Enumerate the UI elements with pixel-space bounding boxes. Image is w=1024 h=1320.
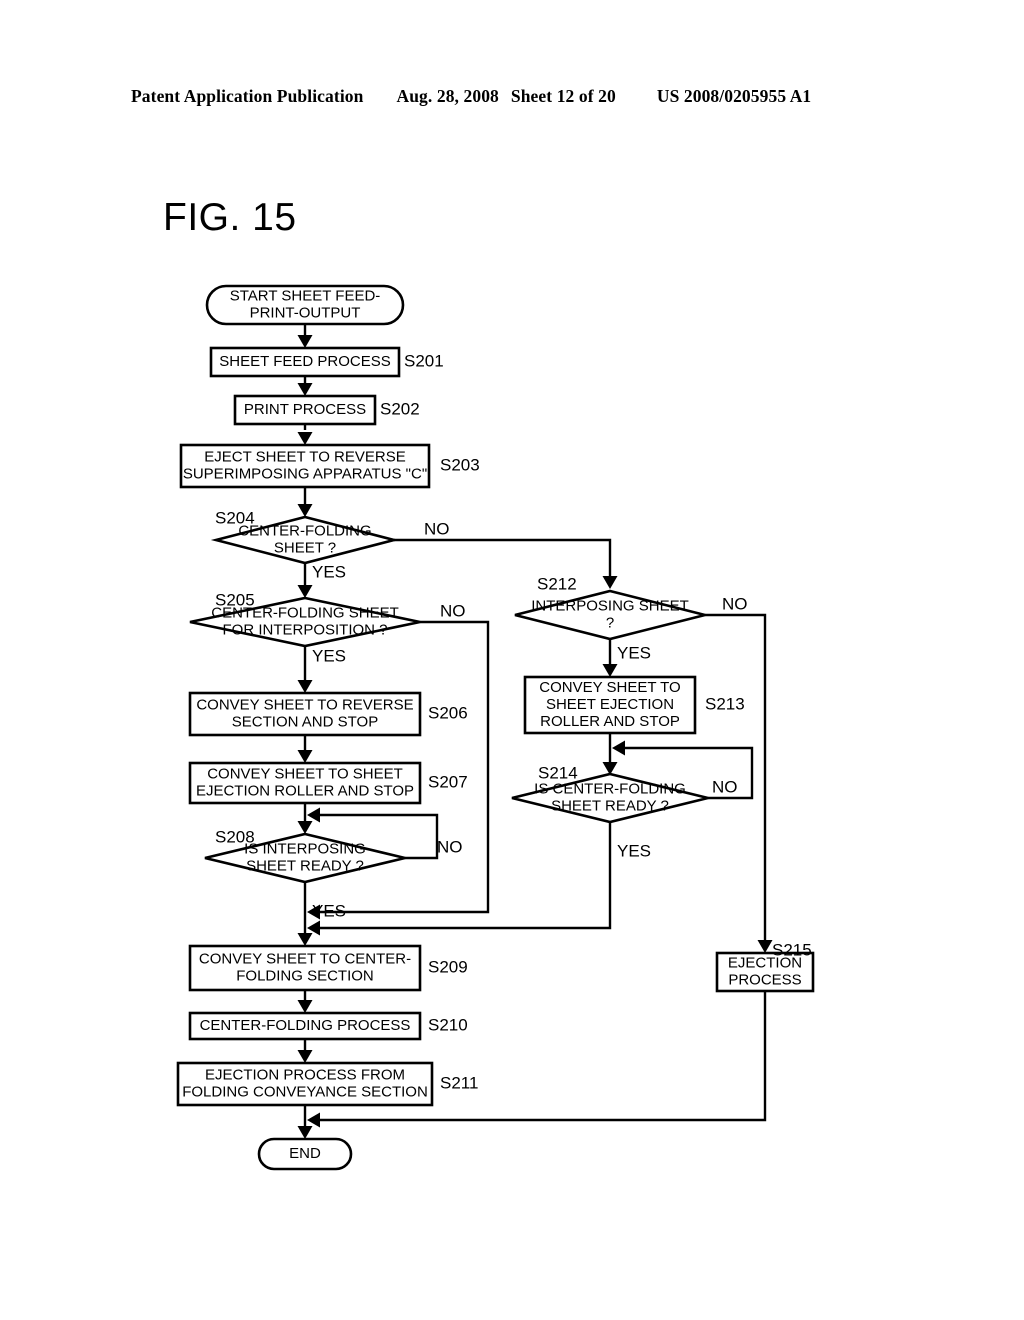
node-s212: INTERPOSING SHEET? <box>514 589 706 641</box>
node-s215-step-id: S215 <box>772 940 812 959</box>
node-s206-step-id: S206 <box>428 703 468 722</box>
node-s210-label-line-0: CENTER-FOLDING PROCESS <box>200 1017 411 1034</box>
node-s209-step-id: S209 <box>428 957 468 976</box>
node-s203-label-line-0: EJECT SHEET TO REVERSE <box>204 448 405 465</box>
node-s205-yes-label: YES <box>312 646 346 665</box>
node-s206-label-line-0: CONVEY SHEET TO REVERSE <box>196 696 413 713</box>
node-s207-label-line-0: CONVEY SHEET TO SHEET <box>207 765 403 782</box>
node-s204-label-line-1: SHEET ? <box>274 539 336 556</box>
node-s213-step-id: S213 <box>705 694 745 713</box>
node-s213-label-line-0: CONVEY SHEET TO <box>539 679 680 696</box>
node-layer: START SHEET FEED-PRINT-OUTPUT SHEET FEED … <box>176 284 815 1171</box>
node-s210-step-id: S210 <box>428 1015 468 1034</box>
node-s205-step-id: S205 <box>215 590 255 609</box>
node-s203-label-line-1: SUPERIMPOSING APPARATUS "C" <box>183 465 427 482</box>
node-s201-label-line-0: SHEET FEED PROCESS <box>219 353 390 370</box>
node-s201: SHEET FEED PROCESS <box>209 346 401 378</box>
node-s208-yes-label: YES <box>312 901 346 920</box>
node-s214-label-line-1: SHEET READY ? <box>551 797 669 814</box>
node-s208-label-line-1: SHEET READY ? <box>246 857 364 874</box>
node-s205-no-label: NO <box>440 601 466 620</box>
node-s209-label-line-0: CONVEY SHEET TO CENTER- <box>199 950 411 967</box>
node-s204-label-line-0: CENTER-FOLDING <box>238 522 371 539</box>
node-s204-step-id: S204 <box>215 508 255 527</box>
node-start-terminal-label-line-1: PRINT-OUTPUT <box>250 304 361 321</box>
node-s205-label-line-1: FOR INTERPOSITION ? <box>222 621 387 638</box>
connector-s204-no-to-s212 <box>394 538 612 576</box>
node-s215-label-line-1: PROCESS <box>728 971 801 988</box>
node-s212-label-line-1: ? <box>606 614 614 631</box>
node-s211-label-line-0: EJECTION PROCESS FROM <box>205 1066 405 1083</box>
node-s207-label-line-1: EJECTION ROLLER AND STOP <box>196 782 414 799</box>
node-s214-label-line-0: IS CENTER-FOLDING <box>534 780 686 797</box>
node-s214-step-id: S214 <box>538 763 578 782</box>
node-s209-label-line-1: FOLDING SECTION <box>236 967 374 984</box>
node-s207-step-id: S207 <box>428 772 468 791</box>
node-s212-step-id: S212 <box>537 574 577 593</box>
node-s212-yes-label: YES <box>617 643 651 662</box>
node-s206: CONVEY SHEET TO REVERSESECTION AND STOP <box>188 691 422 737</box>
node-s212-label-line-0: INTERPOSING SHEET <box>531 597 689 614</box>
node-s203: EJECT SHEET TO REVERSESUPERIMPOSING APPA… <box>179 443 431 489</box>
node-s208-label-line-0: IS INTERPOSING <box>244 840 366 857</box>
flowchart-diagram: START SHEET FEED-PRINT-OUTPUT SHEET FEED … <box>176 284 815 1171</box>
node-s214-yes-label: YES <box>617 841 651 860</box>
node-s204-no-label: NO <box>424 519 450 538</box>
node-s212-no-label: NO <box>722 594 748 613</box>
node-end-terminal-label-line-0: END <box>289 1145 321 1162</box>
node-s202-step-id: S202 <box>380 399 420 418</box>
patent-page: Patent Application Publication Aug. 28, … <box>0 0 1024 1320</box>
node-s208-no-label: NO <box>437 837 463 856</box>
node-s201-step-id: S201 <box>404 351 444 370</box>
node-s213-label-line-1: SHEET EJECTION <box>546 696 674 713</box>
node-s208-step-id: S208 <box>215 827 255 846</box>
node-s213: CONVEY SHEET TOSHEET EJECTIONROLLER AND … <box>523 675 697 735</box>
node-s211: EJECTION PROCESS FROMFOLDING CONVEYANCE … <box>176 1061 434 1107</box>
node-start-terminal: START SHEET FEED-PRINT-OUTPUT <box>205 284 405 326</box>
node-s202-label-line-0: PRINT PROCESS <box>244 401 366 418</box>
node-s210: CENTER-FOLDING PROCESS <box>188 1011 422 1041</box>
node-s209: CONVEY SHEET TO CENTER-FOLDING SECTION <box>188 944 422 992</box>
node-s207: CONVEY SHEET TO SHEETEJECTION ROLLER AND… <box>188 761 422 805</box>
node-end-terminal: END <box>257 1137 353 1171</box>
node-s202: PRINT PROCESS <box>233 394 377 426</box>
node-s211-step-id: S211 <box>440 1073 478 1092</box>
node-s206-label-line-1: SECTION AND STOP <box>232 713 378 730</box>
node-s211-label-line-1: FOLDING CONVEYANCE SECTION <box>182 1083 428 1100</box>
node-start-terminal-label-line-0: START SHEET FEED- <box>230 287 381 304</box>
node-s203-step-id: S203 <box>440 455 480 474</box>
node-s204-yes-label: YES <box>312 562 346 581</box>
node-s213-label-line-2: ROLLER AND STOP <box>540 713 680 730</box>
node-s214-no-label: NO <box>712 777 738 796</box>
